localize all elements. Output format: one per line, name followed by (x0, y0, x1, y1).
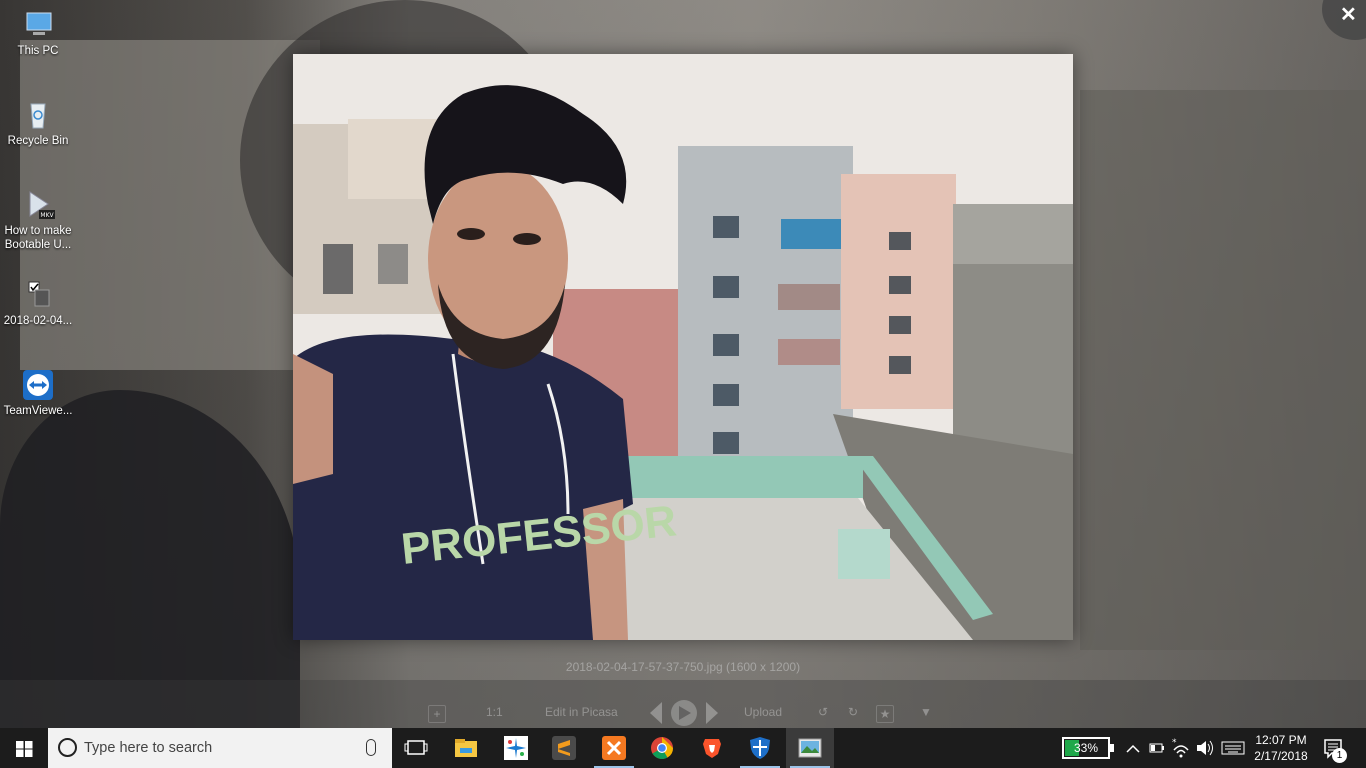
this-pc-icon (26, 12, 52, 35)
taskbar-photo-viewer[interactable] (786, 728, 834, 768)
backdrop-building-right (1080, 90, 1366, 650)
desktop-icon-label: Recycle Bin (7, 135, 69, 147)
svg-text:*: * (1172, 738, 1177, 748)
network-button[interactable]: * (1170, 728, 1192, 768)
battery-icon (1149, 743, 1164, 753)
desktop-icon-label: 2018-02-04... (3, 315, 73, 327)
slideshow-controls[interactable] (648, 698, 720, 728)
photo-viewer-icon (798, 738, 822, 758)
show-hidden-icons-button[interactable] (1124, 728, 1142, 768)
taskbar-xampp[interactable] (590, 728, 638, 768)
battery-percent: 33% (1073, 741, 1099, 755)
shield-icon (750, 737, 770, 759)
desktop-icon-recycle-bin[interactable]: Recycle Bin (0, 100, 76, 148)
touch-keyboard-button[interactable] (1220, 728, 1246, 768)
keyboard-icon (1221, 741, 1245, 755)
battery-indicator[interactable]: 33% (1062, 737, 1114, 759)
clock[interactable]: 12:07 PM 2/17/2018 (1248, 732, 1314, 764)
power-tray-button[interactable] (1148, 728, 1166, 768)
windows-logo-icon (16, 741, 33, 757)
search-box[interactable]: Type here to search (48, 728, 392, 768)
desktop-icon-image-file[interactable]: 2018-02-04... (0, 280, 76, 328)
taskbar: Type here to search 33% * 12:07 PM 2/17/… (0, 728, 1366, 768)
task-view-icon (404, 740, 428, 755)
wifi-icon: * (1172, 738, 1189, 758)
desktop-icon-label: How to make Bootable U... (4, 225, 72, 251)
mkv-badge: MKV (40, 212, 54, 219)
photo-caption: 2018-02-04-17-57-37-750.jpg (1600 x 1200… (565, 660, 801, 674)
taskbar-teamviewer-qs[interactable] (492, 728, 540, 768)
speaker-icon (1197, 740, 1213, 756)
rotate-left-icon[interactable]: ↺ (818, 705, 828, 723)
upload-button[interactable]: Upload (744, 705, 782, 723)
more-dropdown-button[interactable]: ▼ (920, 705, 932, 723)
desktop-icon-mkv-video[interactable]: MKV How to make Bootable U... (0, 190, 76, 252)
play-icon (650, 700, 718, 726)
taskbar-sublime-text[interactable] (540, 728, 588, 768)
taskbar-chrome[interactable] (638, 728, 686, 768)
teamviewer-qs-icon (504, 736, 528, 760)
desktop-icon-label: This PC (17, 45, 59, 57)
brave-icon (703, 739, 721, 758)
image-file-icon (28, 281, 50, 307)
taskbar-brave[interactable] (688, 728, 736, 768)
recycle-bin-icon (30, 103, 46, 129)
actual-size-button[interactable]: 1:1 (486, 705, 503, 723)
battery-nub (1110, 744, 1114, 752)
rotate-right-icon[interactable]: ↻ (848, 705, 858, 723)
chevron-up-icon (1126, 744, 1140, 753)
backdrop-person (0, 390, 300, 728)
desktop-icon-teamviewer[interactable]: TeamViewe... (0, 370, 76, 418)
edit-in-picasa-button[interactable]: Edit in Picasa (545, 705, 618, 723)
mkv-video-icon: MKV (29, 191, 55, 219)
folder-icon (455, 739, 477, 757)
desktop-icon-this-pc[interactable]: This PC (0, 10, 76, 58)
xampp-icon (602, 736, 626, 760)
cortana-icon (58, 738, 77, 757)
chrome-icon (651, 737, 673, 759)
zoom-in-button[interactable]: + (428, 705, 446, 723)
clock-date: 2/17/2018 (1254, 749, 1308, 763)
task-view-button[interactable] (392, 728, 440, 768)
clock-time: 12:07 PM (1255, 733, 1307, 747)
selfie-photo: PROFESSOR (293, 54, 1073, 640)
teamviewer-icon (23, 370, 53, 400)
sublime-text-icon (552, 736, 576, 760)
microphone-icon[interactable] (366, 739, 376, 756)
search-placeholder: Type here to search (84, 740, 213, 756)
close-icon: ✕ (1340, 4, 1357, 26)
notification-count-badge: 1 (1332, 748, 1347, 763)
taskbar-file-explorer[interactable] (442, 728, 490, 768)
start-button[interactable] (0, 728, 48, 768)
photo-view[interactable]: PROFESSOR (293, 54, 1073, 640)
star-button[interactable]: ★ (876, 705, 894, 723)
volume-button[interactable] (1194, 728, 1216, 768)
taskbar-windows-defender[interactable] (736, 728, 784, 768)
desktop-icon-label: TeamViewe... (3, 405, 73, 417)
